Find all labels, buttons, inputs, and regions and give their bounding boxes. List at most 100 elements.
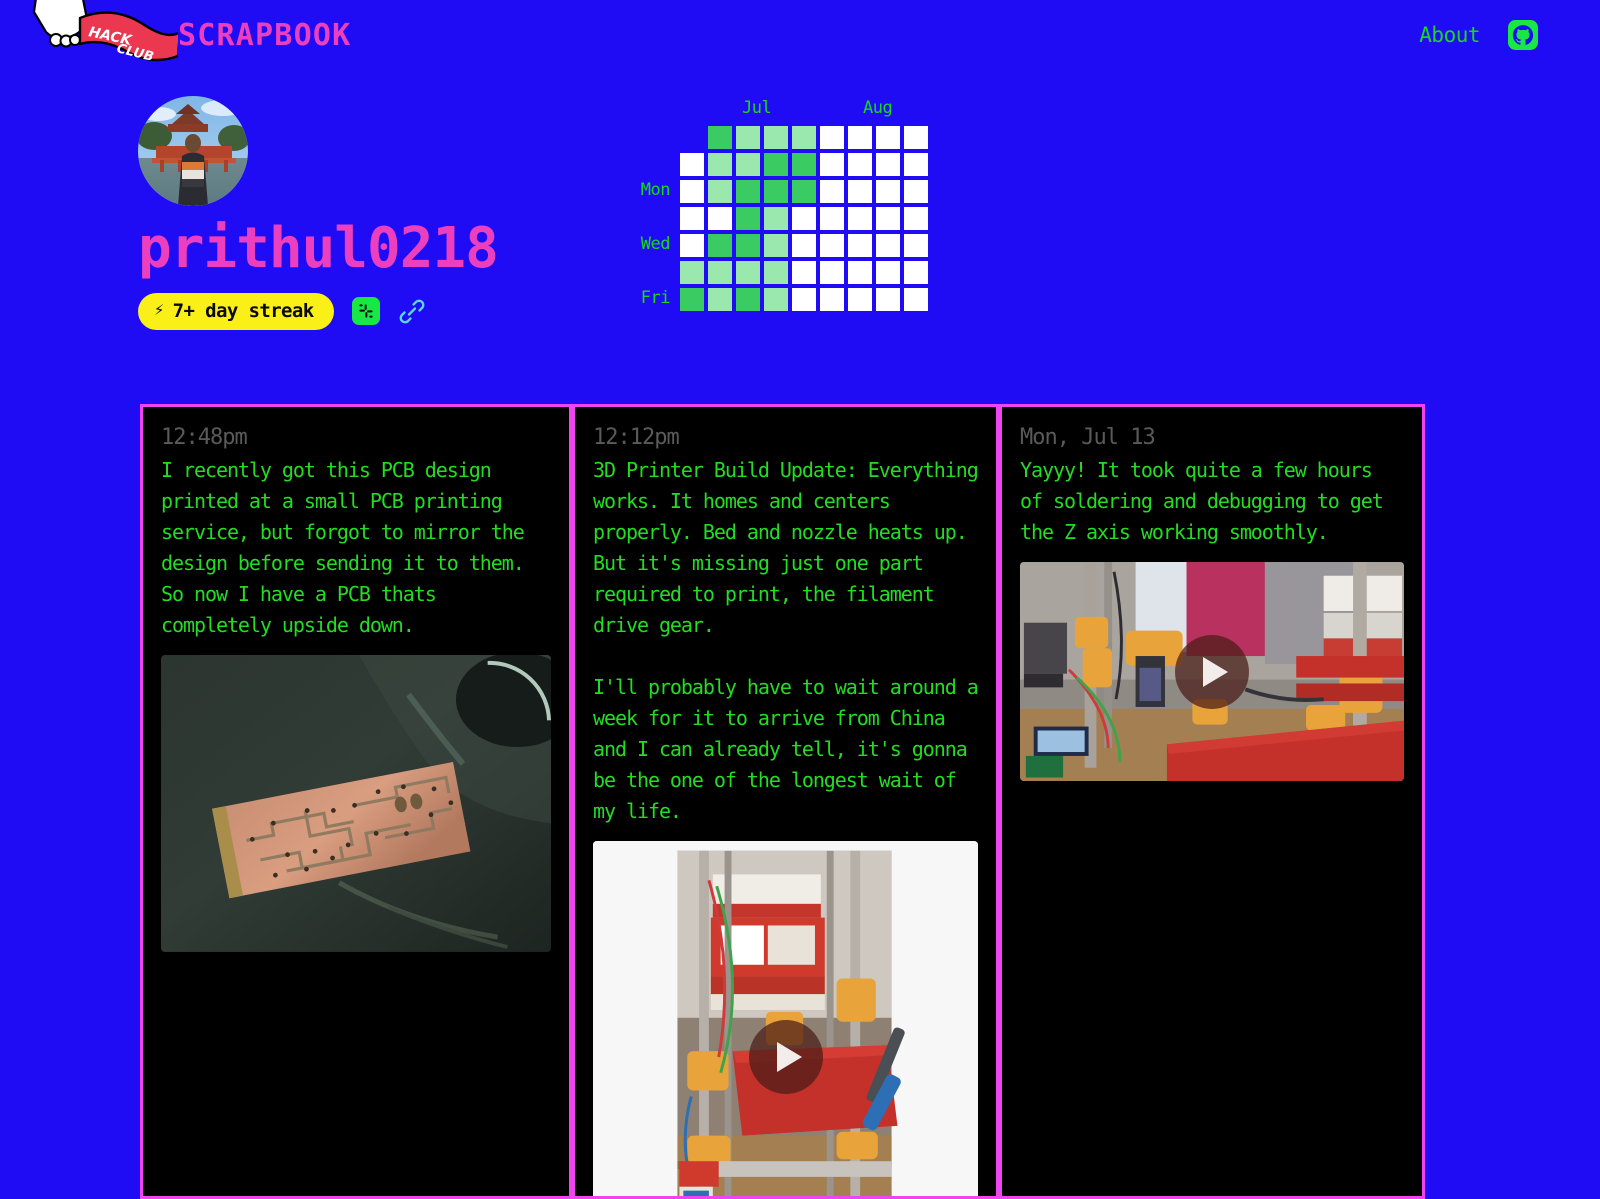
heatmap-cell[interactable] <box>762 286 790 313</box>
heatmap-day-label: Mon <box>640 180 671 200</box>
heatmap-cell[interactable] <box>762 205 790 232</box>
header-nav: About <box>1419 20 1538 50</box>
heatmap-cell[interactable] <box>734 286 762 313</box>
heatmap-cell[interactable] <box>734 151 762 178</box>
heatmap-cell[interactable] <box>846 205 874 232</box>
heatmap-cell[interactable] <box>734 232 762 259</box>
heatmap-cell[interactable] <box>678 259 706 286</box>
heatmap-grid <box>678 124 930 313</box>
slack-icon[interactable] <box>351 297 380 326</box>
heatmap-cell[interactable] <box>874 232 902 259</box>
pcb-photo[interactable] <box>161 655 551 952</box>
heatmap-cell[interactable] <box>762 151 790 178</box>
avatar[interactable] <box>138 96 248 206</box>
heatmap-cell[interactable] <box>818 286 846 313</box>
heatmap-cell[interactable] <box>678 151 706 178</box>
heatmap-day-label: Wed <box>640 234 671 254</box>
heatmap-cell[interactable] <box>818 259 846 286</box>
heatmap-cell[interactable] <box>874 151 902 178</box>
play-icon <box>776 1042 802 1073</box>
site-header: HACK CLUB SCRAPBOOK About <box>0 0 1600 72</box>
heatmap-cell[interactable] <box>818 151 846 178</box>
heatmap-cell[interactable] <box>902 232 930 259</box>
post-body: 3D Printer Build Update: Everything work… <box>593 458 979 823</box>
heatmap-cell[interactable] <box>818 205 846 232</box>
heatmap-cell[interactable] <box>790 151 818 178</box>
heatmap-cell[interactable] <box>902 205 930 232</box>
lightning-bolt-icon: ⚡ <box>154 300 164 321</box>
heatmap-cell[interactable] <box>846 259 874 286</box>
heatmap-cell[interactable] <box>902 124 930 151</box>
streak-label: 7+ day streak <box>172 299 315 322</box>
heatmap-cell[interactable] <box>734 205 762 232</box>
github-icon[interactable] <box>1508 20 1538 50</box>
heatmap-cell[interactable] <box>790 178 818 205</box>
heatmap-cell[interactable] <box>706 178 734 205</box>
profile-username: prithul0218 <box>138 216 499 281</box>
heatmap-cell[interactable] <box>706 205 734 232</box>
post-timestamp: Mon, Jul 13 <box>1020 425 1156 450</box>
heatmap-month-label: Jul <box>742 98 772 118</box>
heatmap-day-labels: Mon Wed Fri <box>620 124 678 313</box>
heatmap-cell[interactable] <box>790 286 818 313</box>
post-timestamp: 12:12pm <box>593 425 680 450</box>
heatmap-cell[interactable] <box>818 124 846 151</box>
heatmap-cell[interactable] <box>846 178 874 205</box>
heatmap-cell[interactable] <box>706 151 734 178</box>
status-badge-streak: ⚡ 7+ day streak <box>138 292 334 330</box>
heatmap-cell[interactable] <box>846 232 874 259</box>
nav-link-about[interactable]: About <box>1419 23 1480 47</box>
heatmap-cell[interactable] <box>846 286 874 313</box>
play-button[interactable] <box>1175 634 1249 709</box>
heatmap-cell[interactable] <box>734 178 762 205</box>
3d-printer-video[interactable] <box>593 841 978 1196</box>
post-card[interactable]: Mon, Jul 13 Yayyy! It took quite a few h… <box>999 404 1425 1199</box>
heatmap-cell[interactable] <box>706 232 734 259</box>
heatmap-cell[interactable] <box>874 286 902 313</box>
play-button[interactable] <box>748 1020 823 1095</box>
link-icon[interactable] <box>398 298 426 324</box>
heatmap-cell[interactable] <box>902 178 930 205</box>
heatmap-cell[interactable] <box>762 259 790 286</box>
heatmap-cell[interactable] <box>706 259 734 286</box>
post-card[interactable]: 12:12pm 3D Printer Build Update: Everyth… <box>572 404 999 1199</box>
heatmap-cell[interactable] <box>678 178 706 205</box>
heatmap-cell[interactable] <box>706 286 734 313</box>
heatmap-cell[interactable] <box>846 124 874 151</box>
heatmap-cell[interactable] <box>790 124 818 151</box>
heatmap-cell[interactable] <box>762 178 790 205</box>
heatmap-cell[interactable] <box>678 286 706 313</box>
heatmap-cell[interactable] <box>762 124 790 151</box>
heatmap-month-labels: Jul Aug <box>678 98 930 124</box>
heatmap-cell[interactable] <box>762 232 790 259</box>
heatmap-month-label: Aug <box>863 98 893 118</box>
heatmap-cell[interactable] <box>790 259 818 286</box>
heatmap-cell[interactable] <box>846 151 874 178</box>
heatmap-cell[interactable] <box>874 205 902 232</box>
heatmap-cell[interactable] <box>902 259 930 286</box>
post-grid: 12:48pm I recently got this PCB design p… <box>140 404 1425 1199</box>
heatmap-cell[interactable] <box>902 286 930 313</box>
heatmap-cell[interactable] <box>902 151 930 178</box>
heatmap-cell[interactable] <box>874 124 902 151</box>
heatmap-cell[interactable] <box>790 232 818 259</box>
profile-section: prithul0218 ⚡ 7+ day streak <box>138 96 558 330</box>
heatmap-cell[interactable] <box>874 178 902 205</box>
post-timestamp: 12:48pm <box>161 425 248 450</box>
heatmap-cell[interactable] <box>734 259 762 286</box>
heatmap-cell[interactable] <box>706 124 734 151</box>
post-body: I recently got this PCB design printed a… <box>161 458 535 637</box>
play-icon <box>1203 656 1228 687</box>
page-title: SCRAPBOOK <box>178 18 352 53</box>
avatar-image <box>138 96 248 206</box>
heatmap-cell[interactable] <box>818 178 846 205</box>
heatmap-cell[interactable] <box>818 232 846 259</box>
hack-club-logo[interactable]: HACK CLUB <box>28 0 182 68</box>
heatmap-cell[interactable] <box>874 259 902 286</box>
heatmap-cell[interactable] <box>678 205 706 232</box>
heatmap-cell[interactable] <box>790 205 818 232</box>
post-card[interactable]: 12:48pm I recently got this PCB design p… <box>140 404 572 1199</box>
z-axis-video[interactable] <box>1020 562 1404 782</box>
heatmap-cell[interactable] <box>678 232 706 259</box>
heatmap-cell[interactable] <box>734 124 762 151</box>
